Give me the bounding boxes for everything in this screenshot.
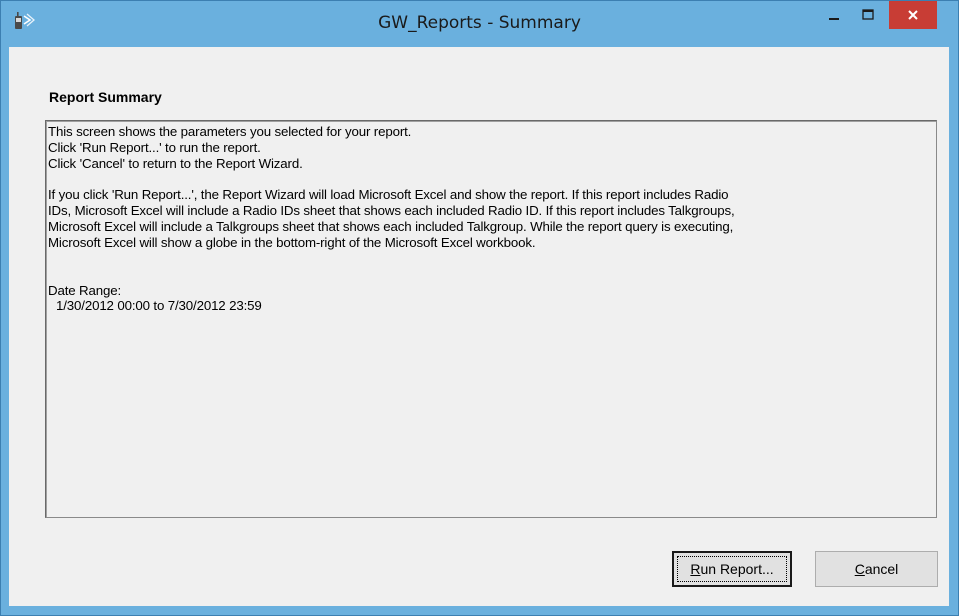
maximize-button[interactable] <box>853 1 883 29</box>
focus-rectangle <box>677 556 787 582</box>
dialog-body: Report Summary This screen shows the par… <box>9 47 949 606</box>
minimize-button[interactable] <box>819 1 849 29</box>
summary-paragraph-line: Microsoft Excel will include a Talkgroup… <box>48 218 734 234</box>
cancel-button[interactable]: Cancel <box>815 551 938 587</box>
title-bar[interactable]: GW_Reports - Summary <box>1 1 958 47</box>
window-title: GW_Reports - Summary <box>378 13 581 33</box>
minimize-icon <box>829 18 839 20</box>
maximize-icon <box>862 9 874 20</box>
date-range-value: 1/30/2012 00:00 to 7/30/2012 23:59 <box>56 298 262 314</box>
summary-line: This screen shows the parameters you sel… <box>48 124 412 139</box>
cancel-label: Cancel <box>855 561 899 577</box>
summary-paragraph-line: If you click 'Run Report...', the Report… <box>48 187 729 203</box>
date-range-label: Date Range: <box>48 282 122 298</box>
page-title: Report Summary <box>49 89 162 105</box>
cancel-label-rest: ancel <box>864 561 899 577</box>
summary-text: This screen shows the parameters you sel… <box>48 124 934 314</box>
close-icon <box>908 10 918 20</box>
summary-paragraph-line: Microsoft Excel will show a globe in the… <box>48 234 536 250</box>
summary-line: Click 'Cancel' to return to the Report W… <box>48 155 303 171</box>
summary-textbox[interactable]: This screen shows the parameters you sel… <box>45 120 937 518</box>
summary-line: Click 'Run Report...' to run the report. <box>48 139 261 155</box>
cancel-mnemonic: C <box>854 561 865 577</box>
dialog-window: GW_Reports - Summary Report Summary This… <box>0 0 959 616</box>
close-button[interactable] <box>889 1 937 29</box>
run-report-button[interactable]: Run Report... <box>672 551 792 587</box>
summary-paragraph-line: IDs, Microsoft Excel will include a Radi… <box>48 203 735 219</box>
